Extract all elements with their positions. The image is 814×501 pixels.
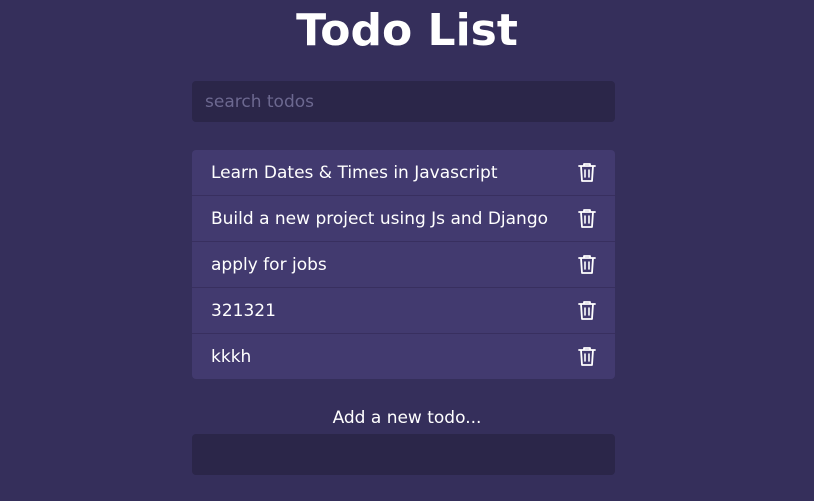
search-form [192,81,615,122]
todo-text: kkkh [211,346,252,367]
todo-text: 321321 [211,300,276,321]
add-todo-label: Add a new todo... [332,408,482,428]
todo-text: apply for jobs [211,254,327,275]
search-input[interactable] [192,81,615,122]
add-todo-form [192,434,615,475]
todo-text: Build a new project using Js and Django [211,208,549,229]
todo-item[interactable]: 321321 [192,288,615,334]
todo-list: Learn Dates & Times in Javascript Build … [192,150,615,379]
trash-icon[interactable] [578,208,596,228]
todo-item[interactable]: kkkh [192,334,615,379]
todo-item[interactable]: apply for jobs [192,242,615,288]
todo-item[interactable]: Build a new project using Js and Django [192,196,615,242]
todo-item[interactable]: Learn Dates & Times in Javascript [192,150,615,196]
todo-text: Learn Dates & Times in Javascript [211,162,498,183]
trash-icon[interactable] [578,254,596,274]
add-todo-input[interactable] [192,434,615,475]
page-title: Todo List [296,5,518,56]
trash-icon[interactable] [578,346,596,366]
trash-icon[interactable] [578,300,596,320]
trash-icon[interactable] [578,162,596,182]
